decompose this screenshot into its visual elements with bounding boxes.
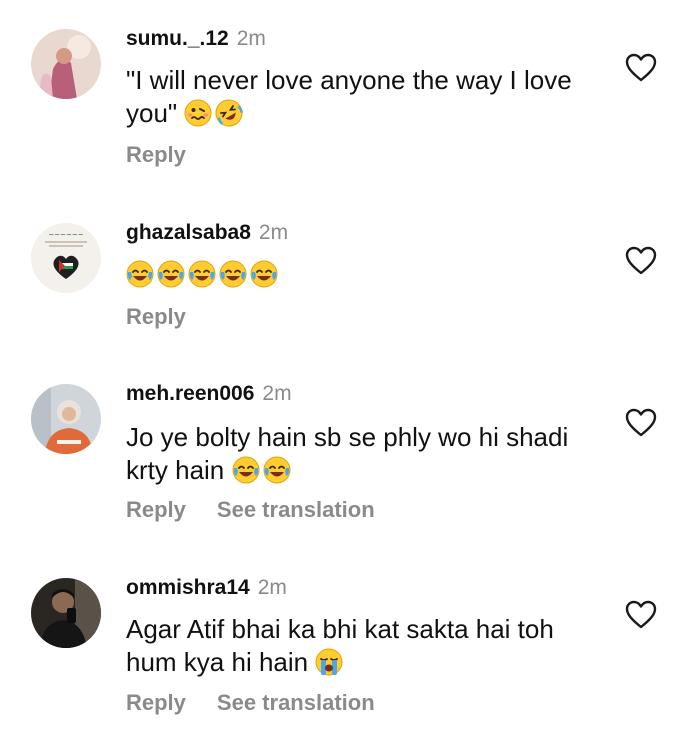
username[interactable]: meh.reen006	[126, 382, 254, 405]
comment-meta: ghazalsaba8 2m	[126, 221, 288, 245]
comment-meta: sumu._.12 2m	[126, 27, 266, 51]
avatar[interactable]	[31, 578, 101, 648]
timestamp: 2m	[236, 27, 266, 50]
heart-icon[interactable]	[625, 600, 657, 630]
loudly-crying-icon	[315, 648, 343, 676]
username[interactable]: sumu._.12	[126, 27, 229, 50]
reply-button[interactable]: Reply	[126, 304, 186, 329]
woozy-face-icon	[184, 99, 212, 127]
username[interactable]: ommishra14	[126, 576, 250, 599]
rofl-icon	[215, 99, 244, 127]
avatar[interactable]	[31, 384, 101, 454]
comment-meta: ommishra14 2m	[126, 576, 287, 600]
joy-icon	[250, 260, 278, 288]
joy-icon	[126, 260, 154, 288]
joy-icon	[232, 456, 260, 484]
reply-button[interactable]: Reply	[126, 142, 186, 167]
see-translation-button[interactable]: See translation	[217, 497, 375, 522]
timestamp: 2m	[257, 576, 287, 599]
joy-icon	[219, 260, 247, 288]
joy-icon	[157, 260, 185, 288]
heart-icon[interactable]	[625, 408, 657, 438]
comment-text	[126, 258, 596, 291]
comment-text: "I will never love anyone the way I love…	[126, 64, 596, 130]
see-translation-button[interactable]: See translation	[217, 690, 375, 715]
timestamp: 2m	[262, 382, 292, 405]
comment-actions: Reply See translation	[126, 690, 375, 716]
timestamp: 2m	[258, 221, 289, 244]
reply-button[interactable]: Reply	[126, 497, 186, 522]
joy-icon	[263, 456, 291, 484]
comment-meta: meh.reen006 2m	[126, 382, 292, 406]
username[interactable]: ghazalsaba8	[126, 221, 251, 244]
comment-text: Agar Atif bhai ka bhi kat sakta hai toh …	[126, 613, 596, 679]
avatar[interactable]: ~~~~~~	[31, 223, 101, 293]
heart-icon[interactable]	[625, 246, 657, 276]
reply-button[interactable]: Reply	[126, 690, 186, 715]
svg-text:~~~~~~: ~~~~~~	[48, 231, 83, 239]
comment-body: Jo ye bolty hain sb se phly wo hi shadi …	[126, 422, 569, 485]
comment-text: Jo ye bolty hain sb se phly wo hi shadi …	[126, 421, 596, 487]
joy-icon	[188, 260, 216, 288]
heart-icon[interactable]	[625, 53, 657, 83]
comment-actions: Reply	[126, 142, 186, 168]
comment-actions: Reply See translation	[126, 497, 375, 523]
comment-actions: Reply	[126, 304, 186, 330]
avatar[interactable]	[31, 29, 101, 99]
